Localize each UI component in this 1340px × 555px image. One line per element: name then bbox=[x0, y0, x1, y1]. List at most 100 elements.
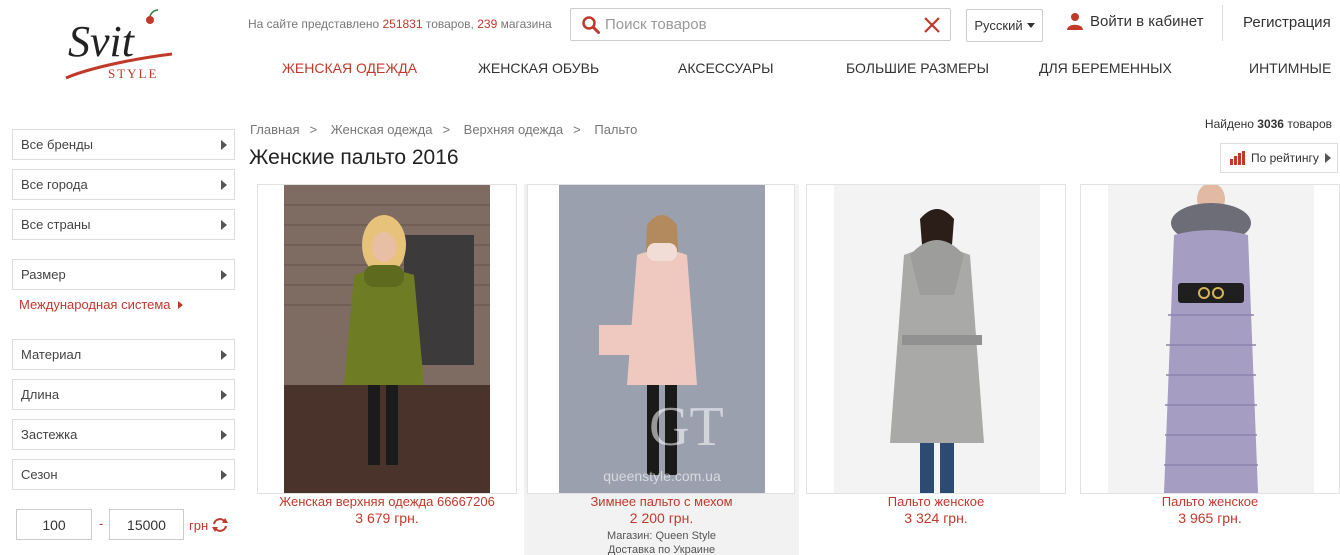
sort-dropdown[interactable]: По рейтингу bbox=[1220, 143, 1338, 173]
filter-material[interactable]: Материал bbox=[12, 339, 235, 370]
product-card[interactable]: Женская верхняя одежда 66667206 3 679 гр… bbox=[257, 184, 517, 555]
refresh-icon bbox=[212, 518, 229, 532]
product-name[interactable]: Пальто женское bbox=[806, 494, 1066, 509]
product-name[interactable]: Пальто женское bbox=[1080, 494, 1340, 509]
found-prefix: Найдено bbox=[1204, 117, 1254, 131]
bar-chart-icon bbox=[1230, 151, 1245, 165]
size-system-link[interactable]: Международная система bbox=[19, 297, 183, 312]
watermark-logo: GT bbox=[649, 396, 724, 458]
page-title: Женские пальто 2016 bbox=[249, 146, 459, 169]
main-nav: ЖЕНСКАЯ ОДЕЖДА ЖЕНСКАЯ ОБУВЬ АКСЕССУАРЫ … bbox=[0, 60, 1340, 80]
stats-prefix: На сайте представлено bbox=[248, 17, 380, 31]
language-label: Русский bbox=[974, 18, 1023, 33]
stats-shops-count: 239 bbox=[477, 17, 498, 31]
stats-products-label: товаров, bbox=[425, 17, 474, 31]
product-price: 3 324 грн. bbox=[904, 510, 968, 526]
clear-icon[interactable] bbox=[914, 9, 950, 40]
product-card[interactable]: Пальто женское 3 965 грн. bbox=[1080, 184, 1340, 555]
filter-label: Сезон bbox=[21, 467, 58, 482]
nav-lingerie[interactable]: ИНТИМНЫЕ bbox=[1249, 60, 1331, 76]
breadcrumb-separator: > bbox=[573, 122, 581, 137]
product-image[interactable] bbox=[806, 184, 1066, 494]
filter-label: Материал bbox=[21, 347, 82, 362]
breadcrumb-coats: Пальто bbox=[594, 122, 638, 137]
chevron-right-icon bbox=[221, 470, 227, 480]
nav-womens-clothing[interactable]: ЖЕНСКАЯ ОДЕЖДА bbox=[282, 60, 417, 76]
results-count: Найдено 3036 товаров bbox=[1205, 117, 1332, 131]
nav-womens-shoes[interactable]: ЖЕНСКАЯ ОБУВЬ bbox=[478, 60, 599, 76]
search-box bbox=[570, 8, 951, 41]
product-photo bbox=[1108, 185, 1314, 493]
login-label: Войти в кабинет bbox=[1090, 12, 1204, 30]
found-count: 3036 bbox=[1257, 117, 1284, 131]
chevron-right-icon bbox=[1325, 153, 1331, 163]
logo-word: Svit bbox=[68, 17, 136, 66]
product-photo: GT queenstyle.com.ua bbox=[559, 185, 765, 493]
product-image[interactable] bbox=[1080, 184, 1340, 494]
chevron-right-icon bbox=[221, 430, 227, 440]
filter-label: Все бренды bbox=[21, 137, 94, 152]
chevron-right-icon bbox=[221, 270, 227, 280]
filter-label: Застежка bbox=[21, 427, 78, 442]
site-stats: На сайте представлено 251831 товаров, 23… bbox=[248, 17, 552, 31]
nav-accessories[interactable]: АКСЕССУАРЫ bbox=[678, 60, 774, 76]
currency-label: грн bbox=[189, 517, 209, 533]
search-input[interactable] bbox=[605, 9, 914, 40]
filter-label: Длина bbox=[21, 387, 60, 402]
filter-cities[interactable]: Все города bbox=[12, 169, 235, 200]
user-icon bbox=[1067, 13, 1083, 30]
product-image[interactable] bbox=[257, 184, 517, 494]
chevron-right-icon bbox=[221, 390, 227, 400]
product-name[interactable]: Женская верхняя одежда 66667206 bbox=[257, 494, 517, 509]
product-photo bbox=[834, 185, 1040, 493]
product-image[interactable]: GT queenstyle.com.ua bbox=[527, 184, 795, 494]
filter-countries[interactable]: Все страны bbox=[12, 209, 235, 240]
chevron-right-icon bbox=[221, 350, 227, 360]
sort-label: По рейтингу bbox=[1251, 151, 1319, 165]
product-price: 3 965 грн. bbox=[1178, 510, 1242, 526]
stats-products-count: 251831 bbox=[382, 17, 423, 31]
language-select[interactable]: Русский bbox=[966, 9, 1043, 42]
chevron-right-icon bbox=[221, 140, 227, 150]
filter-fastener[interactable]: Застежка bbox=[12, 419, 235, 450]
chevron-right-icon bbox=[221, 220, 227, 230]
watermark-text: queenstyle.com.ua bbox=[603, 468, 721, 484]
product-card[interactable]: Пальто женское 3 324 грн. bbox=[806, 184, 1066, 555]
price-max-input[interactable] bbox=[109, 509, 184, 540]
breadcrumb: Главная > Женская одежда > Верхняя одежда >… bbox=[250, 122, 637, 137]
filter-season[interactable]: Сезон bbox=[12, 459, 235, 490]
product-photo bbox=[284, 185, 490, 493]
breadcrumb-separator: > bbox=[442, 122, 451, 137]
filter-label: Все страны bbox=[21, 217, 91, 232]
stats-shops-label: магазина bbox=[500, 17, 552, 31]
product-delivery: Доставка по Украине bbox=[607, 544, 716, 555]
filter-length[interactable]: Длина bbox=[12, 379, 235, 410]
found-suffix: товаров bbox=[1287, 117, 1332, 131]
product-price: 2 200 грн. bbox=[629, 510, 694, 526]
price-dash: - bbox=[99, 516, 104, 531]
filter-brands[interactable]: Все бренды bbox=[12, 129, 235, 160]
size-system-label: Международная система bbox=[19, 297, 171, 312]
nav-maternity[interactable]: ДЛЯ БЕРЕМЕННЫХ bbox=[1039, 60, 1172, 76]
chevron-right-icon bbox=[221, 180, 227, 190]
login-link[interactable]: Войти в кабинет bbox=[1066, 12, 1203, 30]
nav-plus-sizes[interactable]: БОЛЬШИЕ РАЗМЕРЫ bbox=[846, 60, 989, 76]
breadcrumb-home[interactable]: Главная bbox=[250, 122, 299, 137]
register-link[interactable]: Регистрация bbox=[1243, 14, 1331, 31]
price-min-input[interactable] bbox=[16, 509, 92, 540]
product-name[interactable]: Зимнее пальто с мехом bbox=[524, 494, 799, 509]
chevron-right-icon bbox=[177, 300, 183, 309]
search-icon[interactable] bbox=[577, 15, 605, 34]
product-shop[interactable]: Магазин: Queen Style bbox=[524, 530, 799, 542]
chevron-down-icon bbox=[1026, 23, 1035, 28]
product-price: 3 679 грн. bbox=[355, 510, 419, 526]
currency-apply[interactable]: грн bbox=[189, 517, 229, 533]
breadcrumb-womens-clothing[interactable]: Женская одежда bbox=[331, 122, 433, 137]
breadcrumb-separator: > bbox=[309, 122, 318, 137]
filter-size[interactable]: Размер bbox=[12, 259, 235, 290]
product-card[interactable]: GT queenstyle.com.ua Зимнее пальто с мех… bbox=[524, 184, 799, 555]
breadcrumb-outerwear[interactable]: Верхняя одежда bbox=[464, 122, 563, 137]
filter-label: Размер bbox=[21, 267, 66, 282]
filter-label: Все города bbox=[21, 177, 88, 192]
header-divider bbox=[1222, 5, 1223, 41]
